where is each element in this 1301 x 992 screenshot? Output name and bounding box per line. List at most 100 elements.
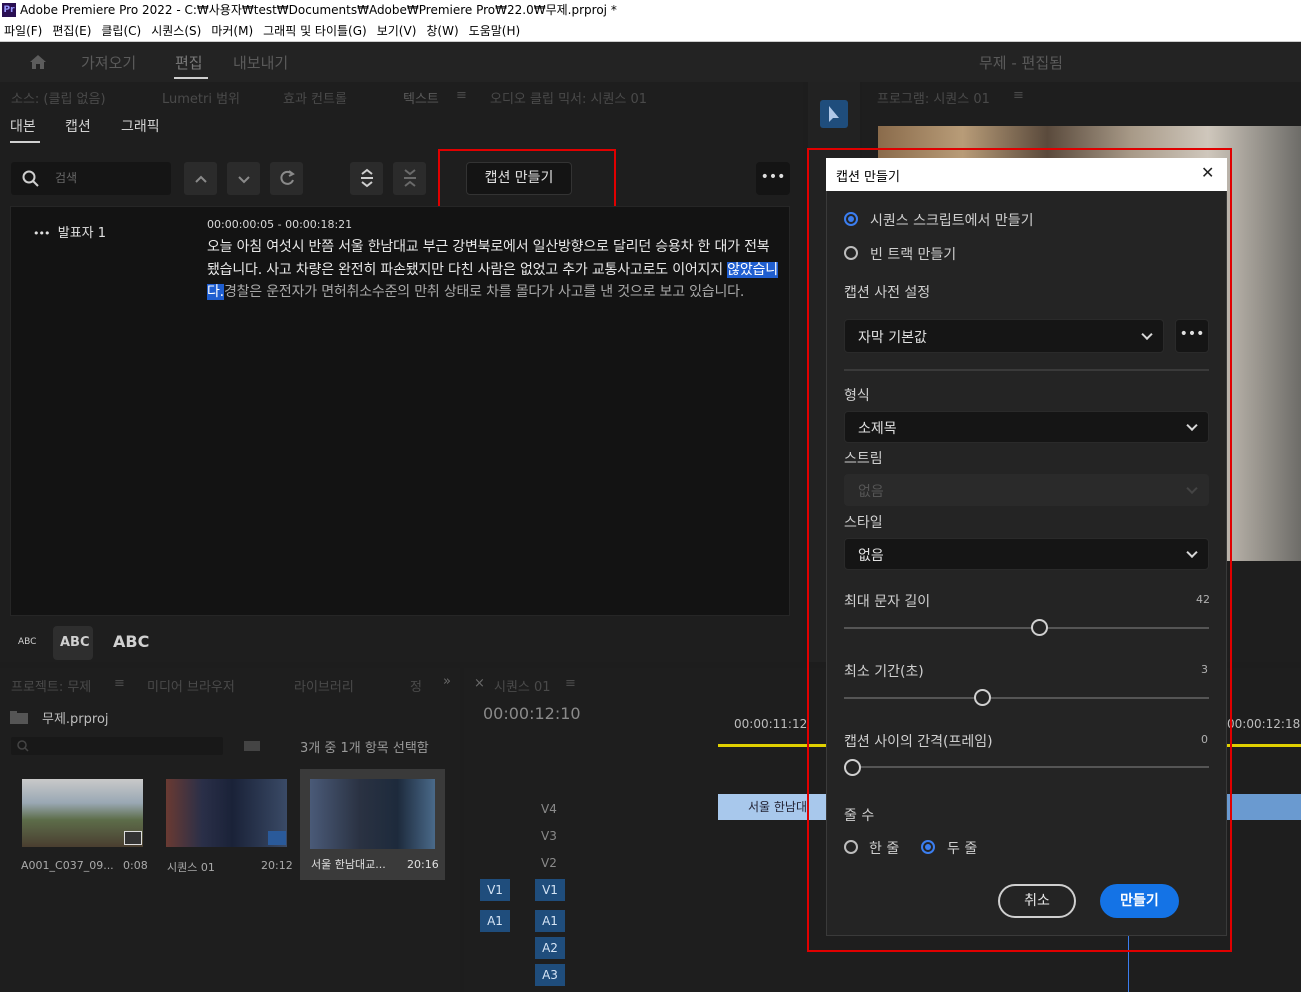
refresh-icon: [279, 170, 295, 185]
track-v4[interactable]: V4: [541, 802, 557, 816]
workspace-export[interactable]: 내보내기: [233, 52, 288, 73]
tab-text[interactable]: 텍스트: [403, 88, 439, 107]
font-size-large-button[interactable]: ABC: [113, 632, 149, 651]
subtab-captions[interactable]: 캡션: [65, 116, 91, 136]
source-v1[interactable]: V1: [480, 879, 510, 901]
tab-sequence[interactable]: 시퀀스 01: [494, 676, 551, 695]
more-icon: •••: [760, 169, 786, 185]
transcript-before: 오늘 아침 여섯시 반쯤 서울 한남대교 부근 강변북로에서 일산방향으로 달리…: [207, 239, 770, 278]
transcript-after: 경찰은 운전자가 면허취소수준의 만취 상태로 차를 몰다가 사고를 낸 것으로…: [223, 284, 745, 300]
program-menu-icon[interactable]: ≡: [1013, 88, 1024, 103]
tab-audio-mixer[interactable]: 오디오 클립 믹서: 시퀀스 01: [490, 88, 647, 107]
track-a3[interactable]: A3: [535, 964, 565, 986]
item-name: 서울 한남대교...: [311, 858, 386, 871]
bin-icon: [10, 711, 28, 724]
highlight-box-dialog: [807, 148, 1232, 952]
menu-sequence[interactable]: 시퀀스(S): [151, 20, 201, 42]
project-search-input[interactable]: [11, 737, 223, 755]
window-title: Adobe Premiere Pro 2022 - C:₩사용자₩test₩Do…: [20, 3, 617, 17]
tab-source[interactable]: 소스: (클립 없음): [11, 88, 106, 107]
playhead-timecode[interactable]: 00:00:12:10: [483, 704, 581, 723]
track-v3[interactable]: V3: [541, 829, 557, 843]
ruler-label: 00:00:11:12: [734, 717, 808, 731]
thumbnail: [310, 779, 435, 849]
segment-timecode: 00:00:00:05 - 00:00:18:21: [207, 218, 353, 231]
search-icon: [22, 170, 39, 187]
home-icon[interactable]: [29, 54, 47, 70]
item-name: 시퀀스 01: [167, 861, 215, 874]
track-v2[interactable]: V2: [541, 856, 557, 870]
ruler-label: 00:00:12:18: [1227, 717, 1301, 731]
project-item[interactable]: 시퀀스 01 20:12: [156, 771, 296, 879]
project-item[interactable]: A001_C037_09... 0:08: [12, 771, 152, 879]
track-a1[interactable]: A1: [535, 910, 565, 932]
chevron-down-icon: [237, 176, 250, 184]
speaker-label[interactable]: ••• 발표자 1: [33, 222, 106, 241]
search-input[interactable]: 검색: [11, 162, 171, 195]
more-options-button[interactable]: •••: [756, 162, 790, 195]
subtab-graphics[interactable]: 그래픽: [121, 116, 160, 136]
caption-clip-2[interactable]: [1226, 794, 1301, 820]
selection-count: 3개 중 1개 항목 선택함: [300, 741, 429, 756]
font-size-small-button[interactable]: ABC: [18, 637, 36, 647]
menu-clip[interactable]: 클립(C): [101, 20, 141, 42]
menu-window[interactable]: 창(W): [426, 20, 458, 42]
subtab-active-indicator: [10, 141, 40, 143]
source-a1[interactable]: A1: [480, 910, 510, 932]
collapse-button[interactable]: [393, 162, 426, 195]
video-badge-icon: [124, 831, 142, 845]
search-next-button[interactable]: [227, 162, 260, 195]
project-item-selected[interactable]: 서울 한남대교... 20:16: [300, 769, 445, 880]
menu-file[interactable]: 파일(F): [4, 20, 42, 42]
expand-button[interactable]: [350, 162, 383, 195]
collapse-icon: [403, 169, 416, 187]
close-sequence-icon[interactable]: ×: [474, 676, 485, 691]
menu-marker[interactable]: 마커(M): [211, 20, 253, 42]
tab-effect-controls[interactable]: 효과 컨트롤: [283, 88, 347, 107]
sequence-badge-icon: [268, 831, 286, 845]
workspace-import[interactable]: 가져오기: [81, 52, 136, 73]
selection-tool-icon[interactable]: [820, 100, 848, 128]
track-a2[interactable]: A2: [535, 937, 565, 959]
caption-clip-label: 서울 한남대: [748, 800, 808, 814]
project-menu-icon[interactable]: ≡: [114, 676, 125, 691]
menu-graphics[interactable]: 그래픽 및 타이틀(G): [263, 20, 367, 42]
search-icon: [17, 740, 29, 752]
new-search-bin-icon[interactable]: [244, 740, 260, 752]
tab-menu-icon[interactable]: ≡: [456, 88, 467, 103]
workspace-bar: 가져오기 편집 내보내기 무제 - 편집됨: [0, 42, 1301, 82]
tab-info[interactable]: 정: [410, 676, 422, 695]
workspace-active-indicator: [174, 77, 208, 79]
more-tabs-icon[interactable]: »: [443, 674, 451, 689]
item-duration: 0:08: [123, 859, 148, 872]
expand-icon: [360, 168, 373, 188]
tab-libraries[interactable]: 라이브러리: [294, 676, 354, 695]
menu-help[interactable]: 도움말(H): [469, 20, 521, 42]
transcript-text[interactable]: 오늘 아침 여섯시 반쯤 서울 한남대교 부근 강변북로에서 일산방향으로 달리…: [207, 236, 782, 304]
subtab-transcript[interactable]: 대본: [10, 116, 36, 136]
refresh-button[interactable]: [270, 162, 303, 195]
menu-view[interactable]: 보기(V): [377, 20, 417, 42]
speaker-name: 발표자 1: [57, 226, 107, 241]
font-size-medium-button[interactable]: ABC: [60, 635, 90, 650]
track-v1[interactable]: V1: [535, 879, 565, 901]
workspace-edit[interactable]: 편집: [175, 52, 203, 73]
tab-media-browser[interactable]: 미디어 브라우저: [147, 676, 235, 695]
title-bar: Pr Adobe Premiere Pro 2022 - C:₩사용자₩test₩…: [0, 0, 1301, 20]
project-title: 무제 - 편집됨: [979, 54, 1063, 72]
menu-edit[interactable]: 편집(E): [52, 20, 91, 42]
search-prev-button[interactable]: [184, 162, 217, 195]
chevron-up-icon: [194, 175, 207, 183]
tab-program[interactable]: 프로그램: 시퀀스 01: [877, 88, 990, 107]
speaker-menu-icon[interactable]: •••: [33, 227, 50, 240]
project-file-name: 무제.prproj: [42, 712, 109, 727]
item-duration: 20:12: [261, 859, 293, 872]
sequence-menu-icon[interactable]: ≡: [565, 676, 576, 691]
tab-project[interactable]: 프로젝트: 무제: [11, 676, 91, 695]
search-placeholder: 검색: [55, 171, 78, 185]
item-duration: 20:16: [407, 858, 439, 871]
item-name: A001_C037_09...: [21, 859, 114, 872]
menu-bar: 파일(F) 편집(E) 클립(C) 시퀀스(S) 마커(M) 그래픽 및 타이틀(G) 보기…: [0, 20, 1301, 42]
premiere-app-icon: Pr: [2, 3, 16, 17]
tab-lumetri-scopes[interactable]: Lumetri 범위: [162, 88, 240, 107]
